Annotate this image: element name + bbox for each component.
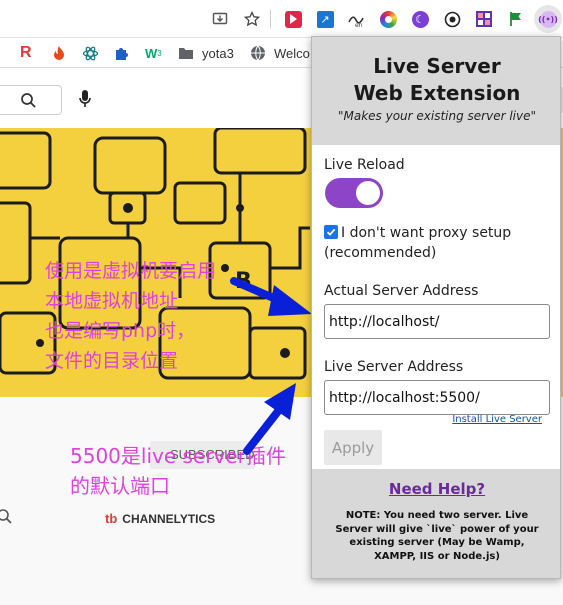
live-server-popup: Live Server Web Extension "Makes your ex…	[311, 36, 561, 579]
popup-subtitle: "Makes your existing server live"	[337, 109, 537, 123]
proxy-checkbox-label-2: (recommended)	[324, 245, 437, 261]
popup-note: NOTE: You need two server. Live Server w…	[335, 510, 539, 562]
popup-footer: Need Help? NOTE: You need two server. Li…	[312, 469, 560, 578]
checkmark-icon	[326, 228, 336, 236]
arrow-to-actual-address	[230, 277, 312, 316]
live-reload-label: Live Reload	[324, 157, 405, 173]
apply-button[interactable]: Apply	[324, 430, 382, 465]
screen: ↗ en ☾ ((•)) R W 3 yota3 Welco SUBSCRIBE…	[0, 0, 563, 605]
install-live-server-link[interactable]: Install Live Server	[452, 414, 542, 425]
need-help-link[interactable]: Need Help?	[312, 480, 560, 498]
live-server-label: Live Server Address	[324, 359, 464, 375]
popup-header: Live Server Web Extension "Makes your ex…	[312, 37, 560, 145]
actual-server-input[interactable]: http://localhost/	[324, 304, 550, 339]
arrow-to-live-address	[243, 383, 296, 455]
live-reload-toggle[interactable]	[325, 178, 383, 208]
live-server-input[interactable]: http://localhost:5500/	[324, 380, 550, 415]
proxy-checkbox[interactable]	[324, 225, 338, 239]
proxy-checkbox-label: I don't want proxy setup	[341, 225, 512, 241]
actual-server-label: Actual Server Address	[324, 283, 479, 299]
popup-title: Live Server Web Extension	[353, 54, 521, 105]
toggle-knob	[356, 181, 380, 205]
